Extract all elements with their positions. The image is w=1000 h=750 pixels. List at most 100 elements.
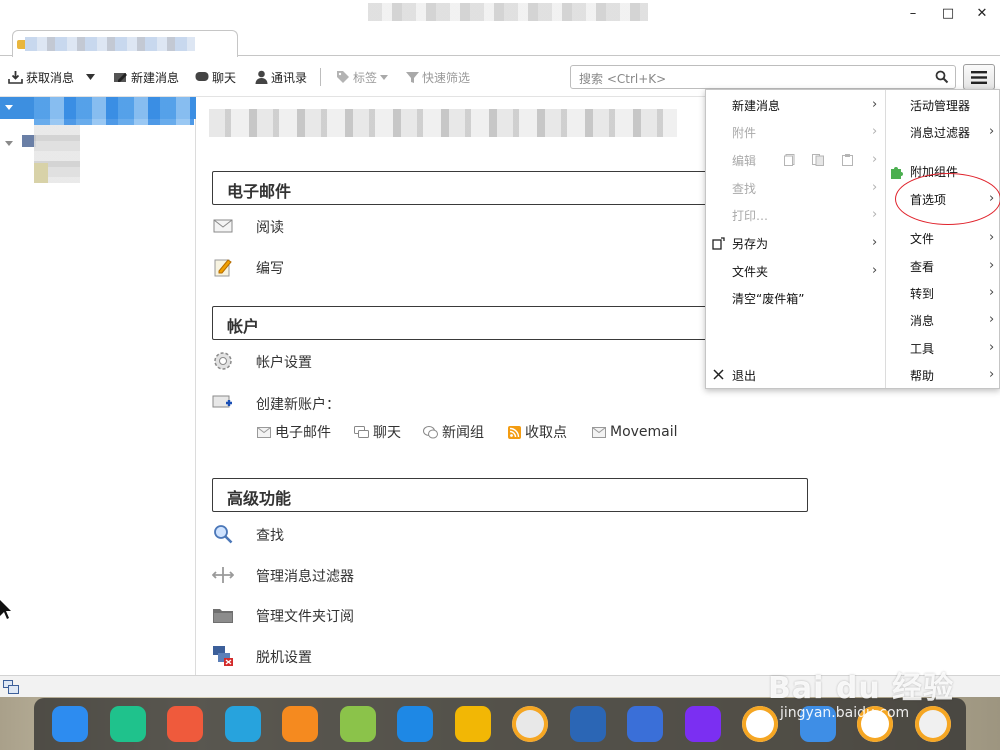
menu-item-activity-manager[interactable]: 活动管理器 xyxy=(910,94,970,116)
trash-icon[interactable] xyxy=(915,706,951,742)
compose-link[interactable]: 编写 xyxy=(212,255,284,279)
menu-item-label: 帮助 xyxy=(910,368,935,383)
address-book-button[interactable]: 通讯录 xyxy=(255,69,307,85)
menu-item-go[interactable]: 转到 xyxy=(910,282,934,304)
user-icon xyxy=(255,70,268,84)
menu-item-label: 工具 xyxy=(910,341,935,356)
expand-arrow-icon[interactable] xyxy=(5,105,13,110)
app-menu-button[interactable] xyxy=(963,64,995,90)
chrome-icon[interactable] xyxy=(455,706,491,742)
power-icon[interactable] xyxy=(685,706,721,742)
menu-item-message-filters[interactable]: 消息过滤器 xyxy=(910,121,970,143)
expand-arrow-icon[interactable] xyxy=(5,141,13,146)
account-type-label: 电子邮件 xyxy=(275,425,331,441)
read-messages-link[interactable]: 阅读 xyxy=(212,214,284,238)
newsgroup-icon xyxy=(423,425,438,438)
menu-item-find[interactable]: 查找 xyxy=(732,177,756,199)
new-message-button[interactable]: 新建消息 xyxy=(113,69,179,85)
files-icon[interactable] xyxy=(110,706,146,742)
menu-item-help[interactable]: 帮助 xyxy=(910,364,934,386)
menu-item-empty-trash[interactable]: 清空“废件箱” xyxy=(732,287,804,309)
online-status-icon[interactable] xyxy=(3,680,19,694)
get-messages-button[interactable]: 获取消息 xyxy=(8,69,74,85)
window-title-obscured xyxy=(368,3,648,21)
archive-icon[interactable] xyxy=(225,706,261,742)
mail-icon xyxy=(592,426,606,438)
section-header-advanced: 高级功能 xyxy=(212,478,808,512)
get-messages-dropdown[interactable] xyxy=(86,69,98,85)
highlight-circle-annotation xyxy=(895,173,1000,225)
settings-icon[interactable] xyxy=(512,706,548,742)
menu-item-label: 消息 xyxy=(910,313,935,328)
menu-item-label: 文件 xyxy=(910,231,935,246)
store-icon[interactable] xyxy=(282,706,318,742)
music-icon[interactable] xyxy=(340,706,376,742)
menu-item-save-as[interactable]: 另存为 xyxy=(732,232,768,254)
search-messages-link[interactable]: 查找 xyxy=(212,522,284,546)
account-title-obscured xyxy=(209,109,677,137)
new-message-label: 新建消息 xyxy=(131,70,180,85)
menu-item-view[interactable]: 查看 xyxy=(910,255,934,277)
save-as-icon xyxy=(712,237,725,250)
new-email-account-link[interactable]: 电子邮件 xyxy=(257,422,331,442)
tag-icon xyxy=(337,71,349,83)
menu-item-new-message[interactable]: 新建消息 xyxy=(732,94,780,116)
menu-item-folder[interactable]: 文件夹 xyxy=(732,260,768,282)
new-account-icon xyxy=(212,392,234,414)
search-placeholder: 搜索 <Ctrl+K> xyxy=(579,72,667,86)
section-title: 帐户 xyxy=(227,317,260,336)
download-icon xyxy=(8,71,23,84)
item-label: 管理文件夹订阅 xyxy=(256,609,354,625)
offline-settings-link[interactable]: 脱机设置 xyxy=(212,644,312,668)
launcher-icon[interactable] xyxy=(52,706,88,742)
new-feed-account-link[interactable]: 收取点 xyxy=(508,422,567,442)
new-newsgroup-account-link[interactable]: 新闻组 xyxy=(423,422,484,442)
menu-item-label: 转到 xyxy=(910,286,935,301)
menu-item-label: 退出 xyxy=(732,368,757,383)
tab-mail[interactable] xyxy=(12,30,238,58)
update-icon[interactable] xyxy=(742,706,778,742)
thunderbird-icon[interactable] xyxy=(570,706,606,742)
chevron-right-icon: › xyxy=(872,124,878,139)
chevron-right-icon: › xyxy=(872,235,878,250)
hamburger-icon xyxy=(971,70,987,84)
menu-column-separator xyxy=(885,90,886,388)
keyboard-icon[interactable] xyxy=(627,706,663,742)
maximize-button[interactable]: □ xyxy=(938,4,958,22)
quick-filter-label: 快速筛选 xyxy=(422,70,471,85)
filter-icon xyxy=(212,564,234,586)
menu-item-file[interactable]: 文件 xyxy=(910,227,934,249)
menu-item-quit[interactable]: 退出 xyxy=(732,364,756,386)
menu-item-edit[interactable]: 编辑 xyxy=(732,149,756,171)
copy-icon xyxy=(784,154,795,166)
menu-item-label: 清空“废件箱” xyxy=(732,291,805,306)
menu-item-attachments[interactable]: 附件 xyxy=(732,121,756,143)
menu-item-print[interactable]: 打印… xyxy=(732,204,768,226)
title-bar: – □ ✕ xyxy=(0,0,1000,26)
item-label: 帐户设置 xyxy=(256,355,312,371)
quick-filter-button[interactable]: 快速筛选 xyxy=(406,69,470,85)
menu-item-message[interactable]: 消息 xyxy=(910,309,934,331)
video-icon[interactable] xyxy=(397,706,433,742)
menu-item-label: 查看 xyxy=(910,259,935,274)
new-movemail-account-link[interactable]: Movemail xyxy=(592,422,678,442)
new-chat-account-link[interactable]: 聊天 xyxy=(354,422,401,442)
filter-funnel-icon xyxy=(406,71,419,83)
account-settings-link[interactable]: 帐户设置 xyxy=(212,349,312,373)
slides-icon[interactable] xyxy=(167,706,203,742)
search-input[interactable]: 搜索 <Ctrl+K> xyxy=(570,65,956,89)
chat-button[interactable]: 聊天 xyxy=(195,69,236,85)
minimize-button[interactable]: – xyxy=(903,4,923,22)
pencil-icon xyxy=(114,73,127,82)
tag-button[interactable]: 标签 xyxy=(336,69,391,85)
tab-bar xyxy=(0,26,1000,58)
app-menu-popup: 新建消息 › 附件 › 编辑 › 查找 › 打印… › 另存为 › 文件夹 › … xyxy=(705,89,1000,389)
menu-item-tools[interactable]: 工具 xyxy=(910,337,934,359)
folder-icon xyxy=(212,604,234,626)
folder-subscriptions-link[interactable]: 管理文件夹订阅 xyxy=(212,603,354,627)
tag-label: 标签 xyxy=(353,70,378,85)
close-button[interactable]: ✕ xyxy=(972,4,992,22)
section-title: 高级功能 xyxy=(227,489,292,508)
message-filters-link[interactable]: 管理消息过滤器 xyxy=(212,563,354,587)
account-type-label: Movemail xyxy=(610,424,678,440)
